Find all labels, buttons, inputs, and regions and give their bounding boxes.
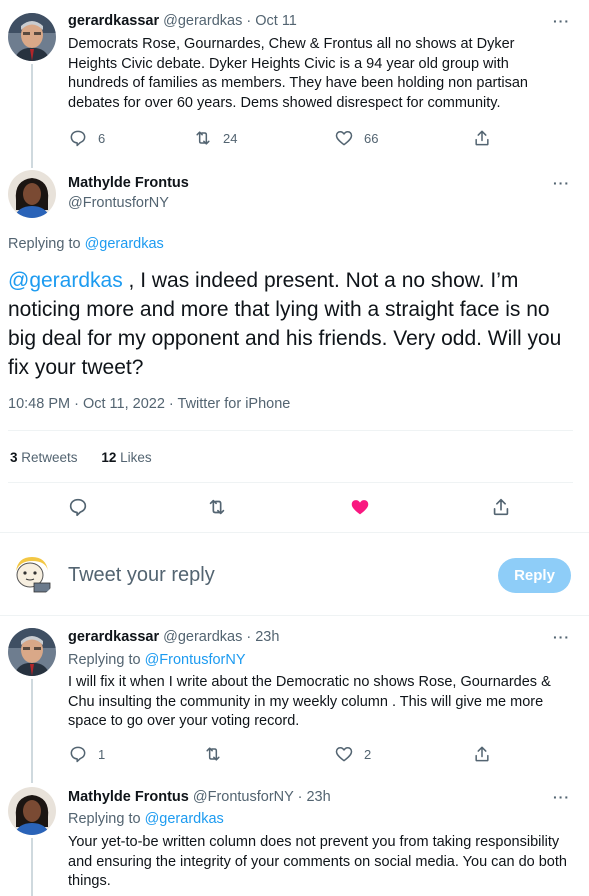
more-options-icon[interactable]: ··· xyxy=(553,629,570,645)
more-options-icon[interactable]: ··· xyxy=(553,175,570,191)
retweet-action[interactable] xyxy=(203,744,223,764)
retweet-icon xyxy=(196,131,210,145)
author-name[interactable]: gerardkassar xyxy=(68,13,159,29)
replying-to: Replying to @FrontusforNY xyxy=(68,652,246,668)
retweet-icon xyxy=(209,499,225,515)
separator-dot: · xyxy=(246,13,252,29)
mention-link[interactable]: @gerardkas xyxy=(8,269,123,292)
reply-count: 1 xyxy=(98,746,106,762)
avatar-mathylde-frontus[interactable] xyxy=(8,170,56,218)
tweet-text: I will fix it when I write about the Dem… xyxy=(68,674,551,729)
author-handle[interactable]: @gerardkas xyxy=(163,629,242,645)
reply-icon xyxy=(70,746,86,763)
author-name[interactable]: gerardkassar xyxy=(68,629,159,645)
like-count: 66 xyxy=(364,130,379,146)
author-handle[interactable]: @gerardkas xyxy=(163,13,242,29)
tweet-header: Mathylde Frontus @FrontusforNY · 23h xyxy=(68,789,331,805)
replying-to: Replying to @gerardkas xyxy=(68,811,224,827)
divider xyxy=(0,532,589,533)
retweet-count: 24 xyxy=(223,130,238,146)
author-name[interactable]: Mathylde Frontus xyxy=(68,789,189,805)
tweet-date[interactable]: Oct 11 xyxy=(255,13,297,29)
share-icon xyxy=(475,130,489,146)
separator-dot: · xyxy=(246,629,252,645)
replying-to-handle[interactable]: @gerardkas xyxy=(85,236,164,252)
heart-icon xyxy=(335,131,353,146)
avatar-gerardkassar[interactable] xyxy=(8,13,56,61)
author-handle[interactable]: @FrontusforNY xyxy=(68,195,169,211)
avatar-gerardkassar[interactable] xyxy=(8,628,56,676)
thread-line xyxy=(31,64,33,168)
avatar-mathylde-frontus[interactable] xyxy=(8,787,56,835)
share-icon xyxy=(493,498,509,516)
divider xyxy=(8,482,573,483)
replying-to-handle[interactable]: @gerardkas xyxy=(145,811,224,827)
replying-to-label: Replying to xyxy=(68,652,141,668)
tweet-text: Your yet-to-be written column does not p… xyxy=(68,834,567,889)
retweet-icon xyxy=(206,747,220,761)
like-action[interactable] xyxy=(349,496,371,518)
share-icon xyxy=(475,746,489,762)
heart-icon xyxy=(335,747,353,762)
reply-icon xyxy=(69,498,87,517)
reply-action[interactable]: 1 xyxy=(68,744,105,764)
retweet-label: Retweets xyxy=(21,450,78,465)
share-action[interactable] xyxy=(472,128,492,148)
like-label: Likes xyxy=(120,450,152,465)
tweet-text: Democrats Rose, Gournardes, Chew & Front… xyxy=(68,36,528,111)
author-name[interactable]: Mathylde Frontus xyxy=(68,175,189,191)
engagement-stats: 3 Retweets 12 Likes xyxy=(10,450,152,465)
retweet-action[interactable]: 24 xyxy=(193,128,237,148)
avatar-current-user[interactable] xyxy=(8,549,56,597)
retweet-action[interactable] xyxy=(206,496,228,518)
tweet-time[interactable]: 23h xyxy=(306,789,330,805)
reply-input[interactable]: Tweet your reply xyxy=(68,564,468,587)
likes-stat[interactable]: 12 Likes xyxy=(101,450,151,465)
share-action[interactable] xyxy=(472,744,492,764)
retweets-stat[interactable]: 3 Retweets xyxy=(10,450,81,465)
reply-action[interactable] xyxy=(67,496,89,518)
replying-to-label: Replying to xyxy=(8,236,81,252)
share-action[interactable] xyxy=(490,496,512,518)
main-tweet-text: @gerardkas , I was indeed present. Not a… xyxy=(8,266,568,382)
reply-action[interactable]: 6 xyxy=(68,128,105,148)
replying-to: Replying to @gerardkas xyxy=(8,236,164,252)
more-options-icon[interactable]: ··· xyxy=(553,789,570,805)
tweet-timestamp[interactable]: 10:48 PM · Oct 11, 2022 · Twitter for iP… xyxy=(8,396,290,412)
like-action[interactable]: 66 xyxy=(334,128,378,148)
retweet-count: 3 xyxy=(10,450,18,465)
author-handle[interactable]: @FrontusforNY xyxy=(193,789,294,805)
replying-to-label: Replying to xyxy=(68,811,141,827)
like-action[interactable]: 2 xyxy=(334,744,371,764)
tweet-header: gerardkassar @gerardkas · 23h xyxy=(68,629,279,645)
tweet-time[interactable]: 23h xyxy=(255,629,279,645)
thread-line xyxy=(31,679,33,783)
reply-button[interactable]: Reply xyxy=(498,558,571,593)
like-count: 12 xyxy=(101,450,117,465)
replying-to-handle[interactable]: @FrontusforNY xyxy=(145,652,246,668)
heart-filled-icon xyxy=(351,500,369,515)
tweet-header: gerardkassar @gerardkas · Oct 11 xyxy=(68,13,297,29)
divider xyxy=(0,615,589,616)
reply-count: 6 xyxy=(98,130,106,146)
more-options-icon[interactable]: ··· xyxy=(553,13,570,29)
divider xyxy=(8,430,573,431)
separator-dot: · xyxy=(297,789,303,805)
thread-line xyxy=(31,838,33,896)
reply-icon xyxy=(70,130,86,147)
like-count: 2 xyxy=(364,746,372,762)
